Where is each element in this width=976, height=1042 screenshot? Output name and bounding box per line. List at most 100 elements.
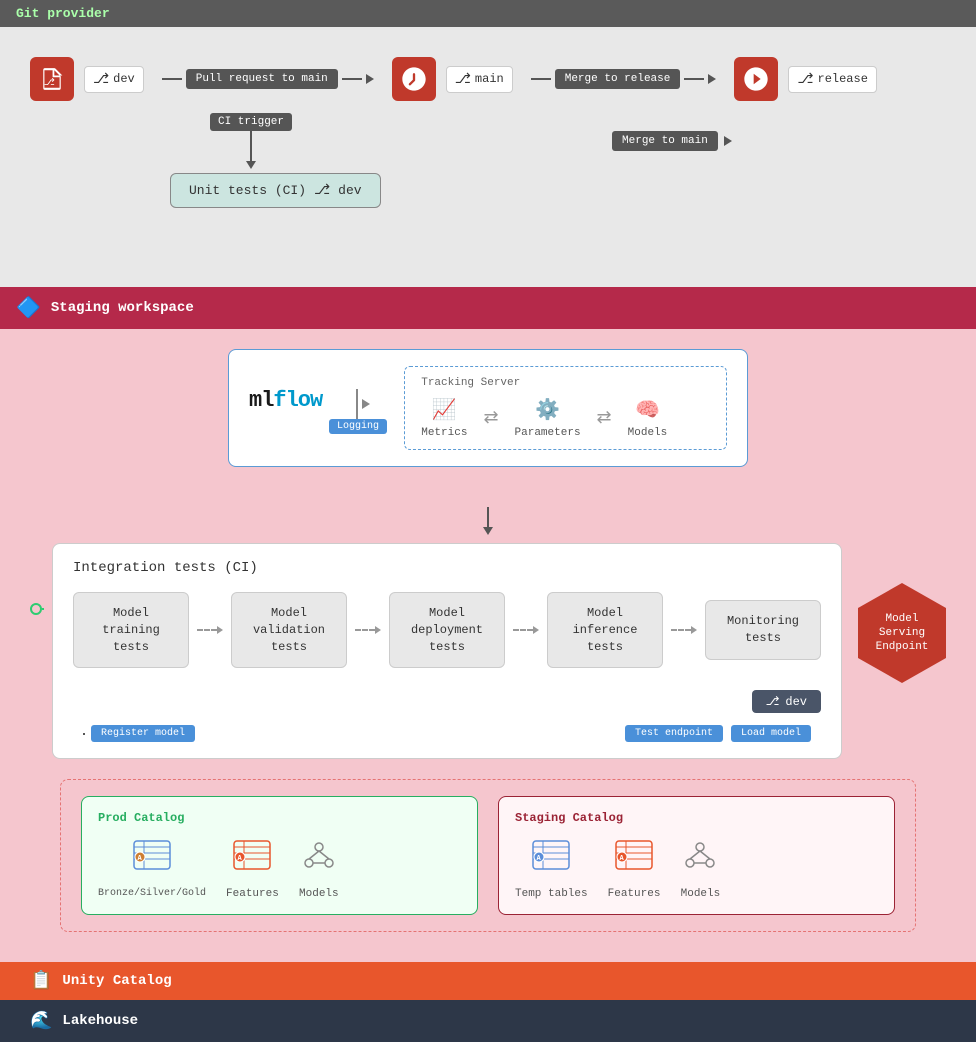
unity-catalog-section: Prod Catalog	[60, 779, 916, 932]
tracking-server-box: Tracking Server 📈 Metrics ⇄ ⚙️ Parameter…	[404, 366, 727, 450]
arrow-4	[671, 626, 697, 634]
svg-text:⎇: ⎇	[44, 77, 55, 88]
merge-to-release-label: Merge to release	[555, 69, 681, 89]
register-model-badge: Register model	[91, 725, 195, 742]
release-branch-text: release	[818, 72, 868, 86]
model-validation-tests: Modelvalidationtests	[231, 592, 347, 668]
prod-features-label: Features	[226, 888, 279, 900]
dev-bar-icon: ⎇	[766, 694, 780, 709]
prod-bronze-label: Bronze/Silver/Gold	[98, 888, 206, 899]
dev-bar-label: dev	[785, 695, 807, 709]
main-branch-text: main	[475, 72, 504, 86]
models-icon-ts: 🧠	[635, 397, 660, 423]
top-section: ⎇ ⎇ dev Pull request to main ⎇ main	[0, 27, 976, 287]
model-training-tests: Modeltrainingtests	[73, 592, 189, 668]
unit-tests-branch-icon: ⎇	[314, 182, 330, 199]
logging-badge: Logging	[329, 419, 387, 434]
branch-icon-dev: ⎇	[93, 71, 109, 88]
staging-catalog-item-temp: A Temp tables	[515, 837, 588, 900]
load-model-badge: Load model	[731, 725, 811, 742]
staging-icon: 🔷	[16, 295, 41, 321]
model-inference-tests-label: Modelinferencetests	[573, 606, 638, 654]
staging-content: mlflow Logging Tracking Server 📈 M	[0, 329, 976, 962]
temp-tables-icon: A	[531, 837, 571, 882]
model-deployment-tests-label: Modeldeploymenttests	[411, 606, 483, 654]
git-flow-row: ⎇ ⎇ dev Pull request to main ⎇ main	[30, 57, 946, 101]
release-branch-label: ⎇ release	[788, 66, 877, 93]
staging-catalog-title: Staging Catalog	[515, 811, 878, 825]
ts-item-parameters: ⚙️ Parameters	[515, 397, 581, 439]
features-icon-staging: A	[614, 837, 654, 882]
models-label: Models	[628, 427, 668, 439]
staging-models-label: Models	[681, 888, 721, 900]
dev-bar-integration: ⎇ dev	[752, 690, 821, 713]
unity-catalog-icon: 📋	[30, 970, 52, 992]
metrics-label: Metrics	[421, 427, 467, 439]
unit-tests-box: Unit tests (CI) ⎇ dev	[170, 173, 381, 208]
staging-workspace-label: Staging workspace	[51, 300, 194, 316]
model-validation-tests-label: Modelvalidationtests	[253, 606, 325, 654]
staging-temp-label: Temp tables	[515, 888, 588, 900]
git-icon-release	[734, 57, 778, 101]
features-icon-prod: A	[232, 837, 272, 882]
prod-models-label: Models	[299, 888, 339, 900]
unity-catalog-label: Unity Catalog	[62, 973, 171, 989]
arrow-head-to-main	[366, 74, 374, 84]
git-provider-bar: Git provider	[0, 0, 976, 27]
ts-item-models: 🧠 Models	[628, 397, 668, 439]
mlflow-tracking-box: mlflow Logging Tracking Server 📈 M	[228, 349, 748, 467]
metrics-icon: 📈	[432, 397, 457, 423]
unit-tests-label: Unit tests (CI)	[189, 183, 306, 198]
prod-catalog-title: Prod Catalog	[98, 811, 461, 825]
staging-catalog-item-features: A Features	[608, 837, 661, 900]
model-serving-endpoint: Model Serving Endpoint	[858, 583, 946, 683]
bronze-icon: A	[132, 837, 172, 882]
staging-catalog-items: A Temp tables	[515, 837, 878, 900]
prod-catalog-item-features: A Features	[226, 837, 279, 900]
pull-request-label: Pull request to main	[186, 69, 338, 89]
models-icon-prod	[299, 837, 339, 882]
mlflow-logo: mlflow	[249, 388, 322, 413]
integration-tests-title: Integration tests (CI)	[73, 560, 821, 576]
merge-to-main-label: Merge to main	[612, 131, 718, 151]
arrow-2	[355, 626, 381, 634]
arrow-1	[197, 626, 223, 634]
git-icon-main	[392, 57, 436, 101]
staging-workspace-header: 🔷 Staging workspace	[0, 287, 976, 329]
ci-trigger-badge: CI trigger	[210, 113, 292, 131]
test-endpoint-badge: Test endpoint	[625, 725, 723, 742]
integration-tests-row: Modeltrainingtests Modelvalidationtests	[73, 592, 821, 668]
prod-catalog-item-bronze: A Bronze/Silver/Gold	[98, 837, 206, 899]
monitoring-tests-label: Monitoringtests	[727, 614, 799, 645]
unity-catalog-bar: 📋 Unity Catalog	[0, 962, 976, 1000]
model-inference-tests: Modelinferencetests	[547, 592, 663, 668]
dev-branch-label: ⎇ dev	[84, 66, 144, 93]
branch-icon-main: ⎇	[455, 71, 471, 88]
lakehouse-icon: 🌊	[30, 1010, 52, 1032]
parameters-icon: ⚙️	[535, 397, 560, 423]
branch-icon-release: ⎇	[797, 71, 813, 88]
model-training-tests-label: Modeltrainingtests	[102, 606, 160, 654]
tracking-server-title: Tracking Server	[421, 377, 710, 389]
model-deployment-tests: Modeldeploymenttests	[389, 592, 505, 668]
main-branch-label: ⎇ main	[446, 66, 513, 93]
arrow-3	[513, 626, 539, 634]
prod-catalog-items: A Bronze/Silver/Gold	[98, 837, 461, 900]
dev-branch-text: dev	[113, 72, 135, 86]
models-icon-staging	[680, 837, 720, 882]
prod-catalog-box: Prod Catalog	[81, 796, 478, 915]
unit-tests-branch: dev	[338, 183, 361, 198]
git-icon-dev: ⎇	[30, 57, 74, 101]
prod-catalog-item-models: Models	[299, 837, 339, 900]
arrow-head-to-release	[708, 74, 716, 84]
integration-tests-box: Integration tests (CI) Modeltrainingtest…	[52, 543, 842, 759]
staging-features-label: Features	[608, 888, 661, 900]
staging-catalog-box: Staging Catalog	[498, 796, 895, 915]
monitoring-tests: Monitoringtests	[705, 600, 821, 660]
model-serving-endpoint-label: Model Serving Endpoint	[858, 612, 946, 655]
tracking-server-items: 📈 Metrics ⇄ ⚙️ Parameters ⇄ 🧠 Models	[421, 397, 710, 439]
git-provider-label: Git provider	[16, 6, 110, 21]
staging-catalog-item-models: Models	[680, 837, 720, 900]
ts-item-metrics: 📈 Metrics	[421, 397, 467, 439]
lakehouse-label: Lakehouse	[62, 1013, 138, 1029]
